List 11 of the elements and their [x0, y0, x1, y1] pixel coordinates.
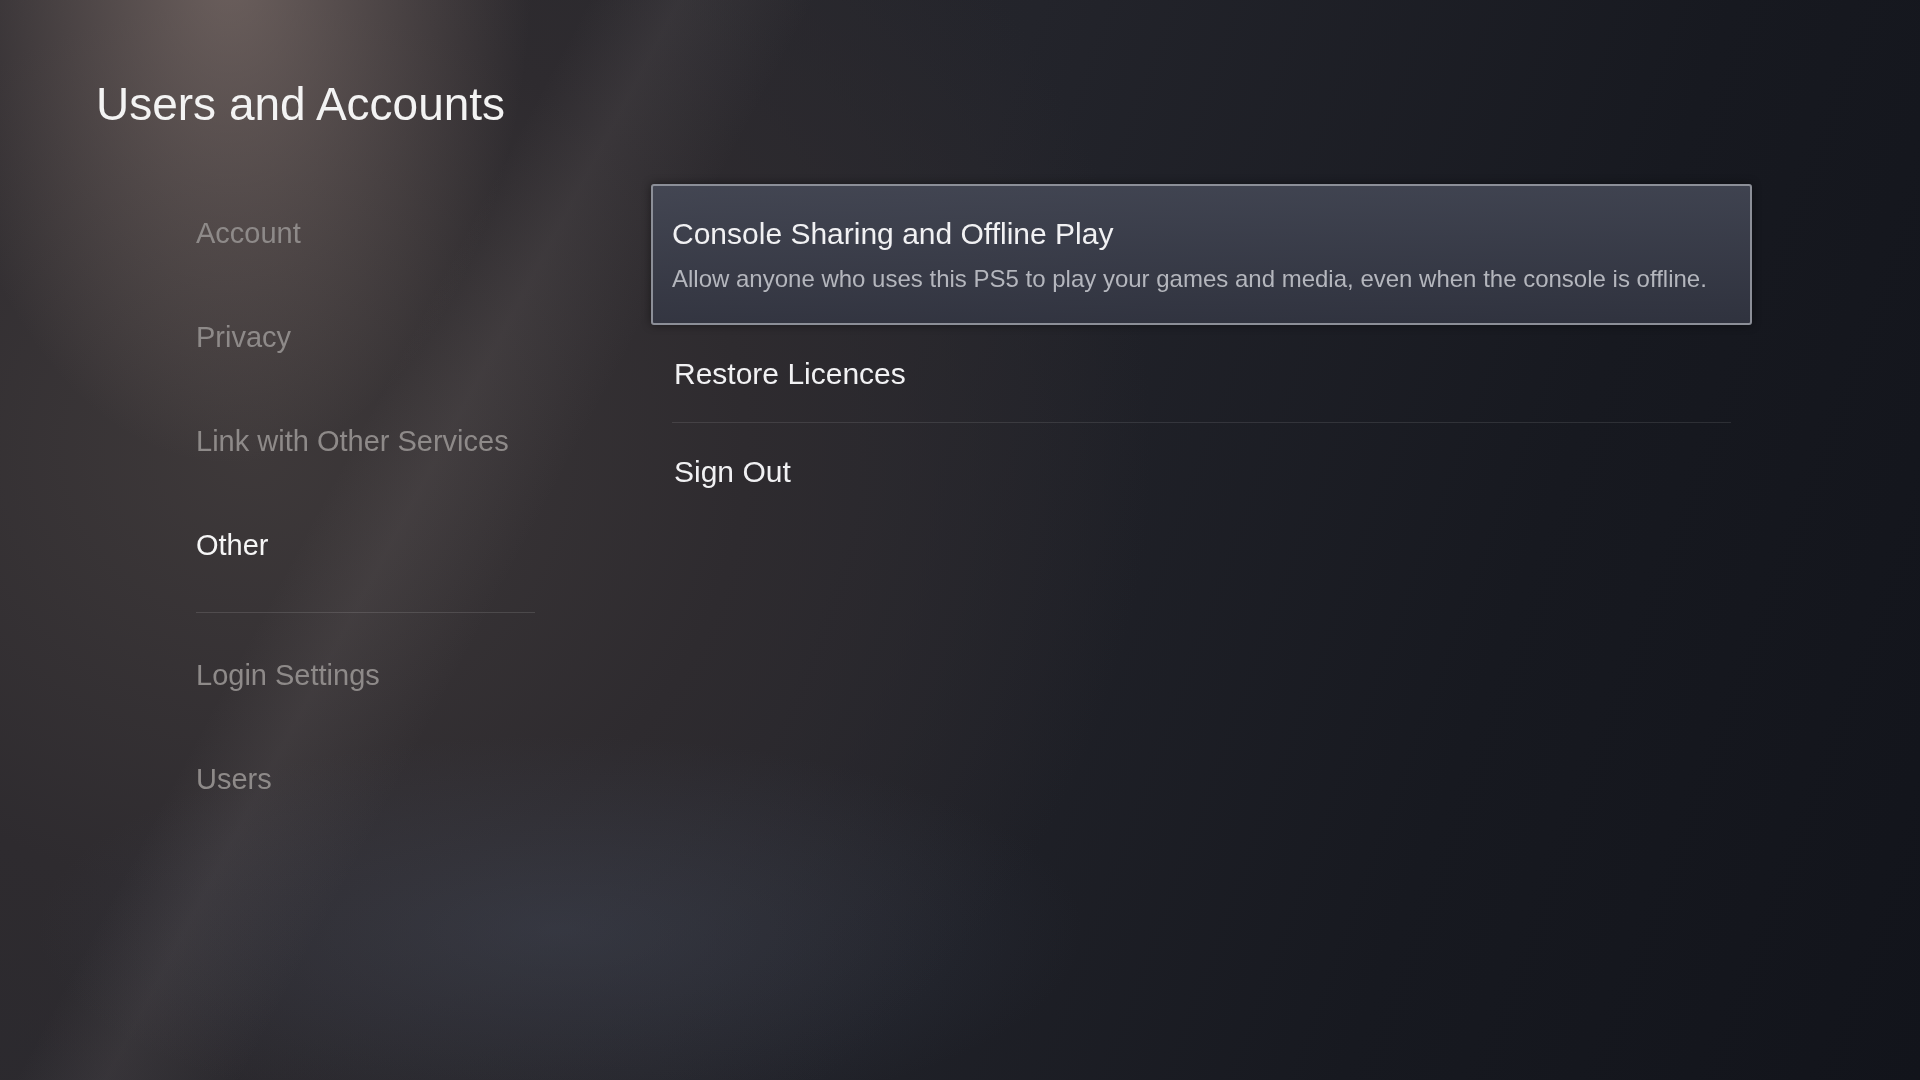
sidebar-item[interactable]: Privacy [196, 285, 292, 389]
sidebar-item[interactable]: Users [196, 727, 272, 831]
menu-option[interactable]: Restore Licences [651, 325, 1752, 422]
sidebar-item[interactable]: Account [196, 181, 301, 285]
sidebar-item[interactable]: Other [196, 493, 269, 597]
menu-option[interactable]: Console Sharing and Offline Play Allow anyone who uses this PS5 to play your games and media, even when the console is offline. [651, 184, 1752, 325]
menu-option[interactable]: Sign Out [651, 423, 1752, 520]
page-title: Users and Accounts [96, 77, 506, 132]
option-description: Allow anyone who uses this PS5 to play your games and media, even when the console is offline. [672, 264, 1707, 294]
sidebar-item[interactable]: Link with Other Services [196, 389, 509, 493]
sidebar-item[interactable]: Login Settings [196, 623, 380, 727]
